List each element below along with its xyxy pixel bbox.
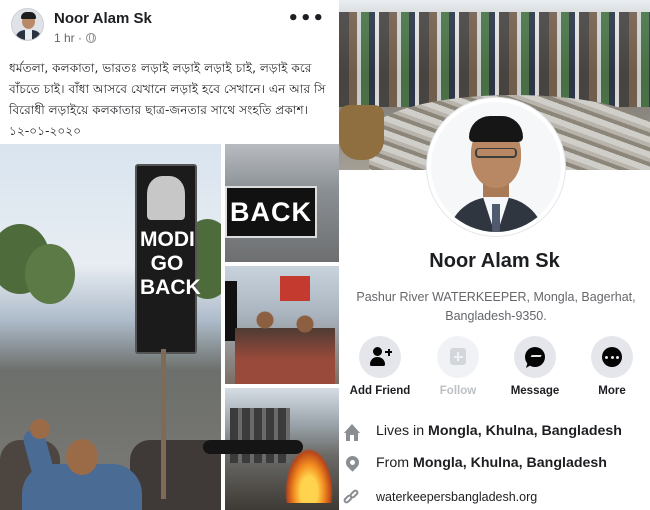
photo-grid: MODI GO BACK BACK (0, 144, 339, 510)
follow-button[interactable]: Follow (423, 336, 493, 397)
from-place[interactable]: Mongla, Khulna, Bangladesh (413, 455, 607, 471)
profile-picture[interactable] (427, 98, 565, 236)
protest-sign-text: MODI GO BACK (140, 228, 201, 299)
link-icon (342, 488, 361, 506)
globe-icon (86, 33, 97, 43)
protest-sign: MODI GO BACK (135, 164, 201, 354)
add-friend-icon (359, 336, 401, 378)
profile-name: Noor Alam Sk (429, 250, 560, 272)
profile-actions: Add Friend Follow Message More (339, 336, 650, 400)
home-icon (343, 424, 361, 442)
back-banner: BACK (225, 186, 317, 238)
fire-image (285, 448, 333, 503)
more-button[interactable]: More (577, 336, 647, 397)
lives-in-text: Lives in Mongla, Khulna, Bangladesh (376, 423, 622, 439)
messenger-icon (514, 336, 556, 378)
redaction-bar (203, 440, 303, 454)
message-label: Message (510, 385, 560, 397)
more-dots-icon[interactable]: ••• (287, 10, 325, 28)
protest-photo-main[interactable]: MODI GO BACK (0, 144, 221, 510)
lives-in-row: Lives in Mongla, Khulna, Bangladesh (339, 420, 650, 446)
protest-photo-2[interactable]: BACK (225, 144, 339, 262)
add-friend-label: Add Friend (349, 385, 411, 397)
location-pin-icon (343, 453, 362, 474)
author-avatar[interactable] (11, 8, 44, 41)
post-card: Noor Alam Sk 1 hr · ••• ধর্মতলা, কলকাতা,… (0, 0, 339, 510)
from-row: From Mongla, Khulna, Bangladesh (339, 452, 650, 478)
follow-label: Follow (439, 385, 477, 397)
more-label: More (598, 385, 626, 397)
lives-in-prefix: Lives in (376, 423, 429, 439)
from-text: From Mongla, Khulna, Bangladesh (376, 455, 607, 471)
add-friend-button[interactable]: Add Friend (345, 336, 415, 397)
follow-icon (437, 336, 479, 378)
more-icon (591, 336, 633, 378)
lives-in-place[interactable]: Mongla, Khulna, Bangladesh (428, 423, 622, 439)
post-time[interactable]: 1 hr · (54, 31, 82, 45)
profile-panel: Noor Alam Sk Pashur River WATERKEEPER, M… (339, 0, 650, 510)
website-row: waterkeepersbangladesh.org (339, 484, 650, 510)
back-banner-text: BACK (230, 197, 312, 227)
message-button[interactable]: Message (500, 336, 570, 397)
author-name[interactable]: Noor Alam Sk (54, 10, 152, 27)
profile-bio: Pashur River WATERKEEPER, Mongla, Bagerh… (356, 290, 636, 323)
website-link[interactable]: waterkeepersbangladesh.org (376, 490, 537, 504)
from-prefix: From (376, 455, 414, 471)
protest-photo-3[interactable] (225, 266, 339, 384)
post-meta: 1 hr · (54, 31, 97, 45)
post-header: Noor Alam Sk 1 hr · ••• (0, 0, 339, 52)
post-text: ধর্মতলা, কলকাতা, ভারতঃ লড়াই লড়াই লড়াই… (9, 61, 326, 138)
